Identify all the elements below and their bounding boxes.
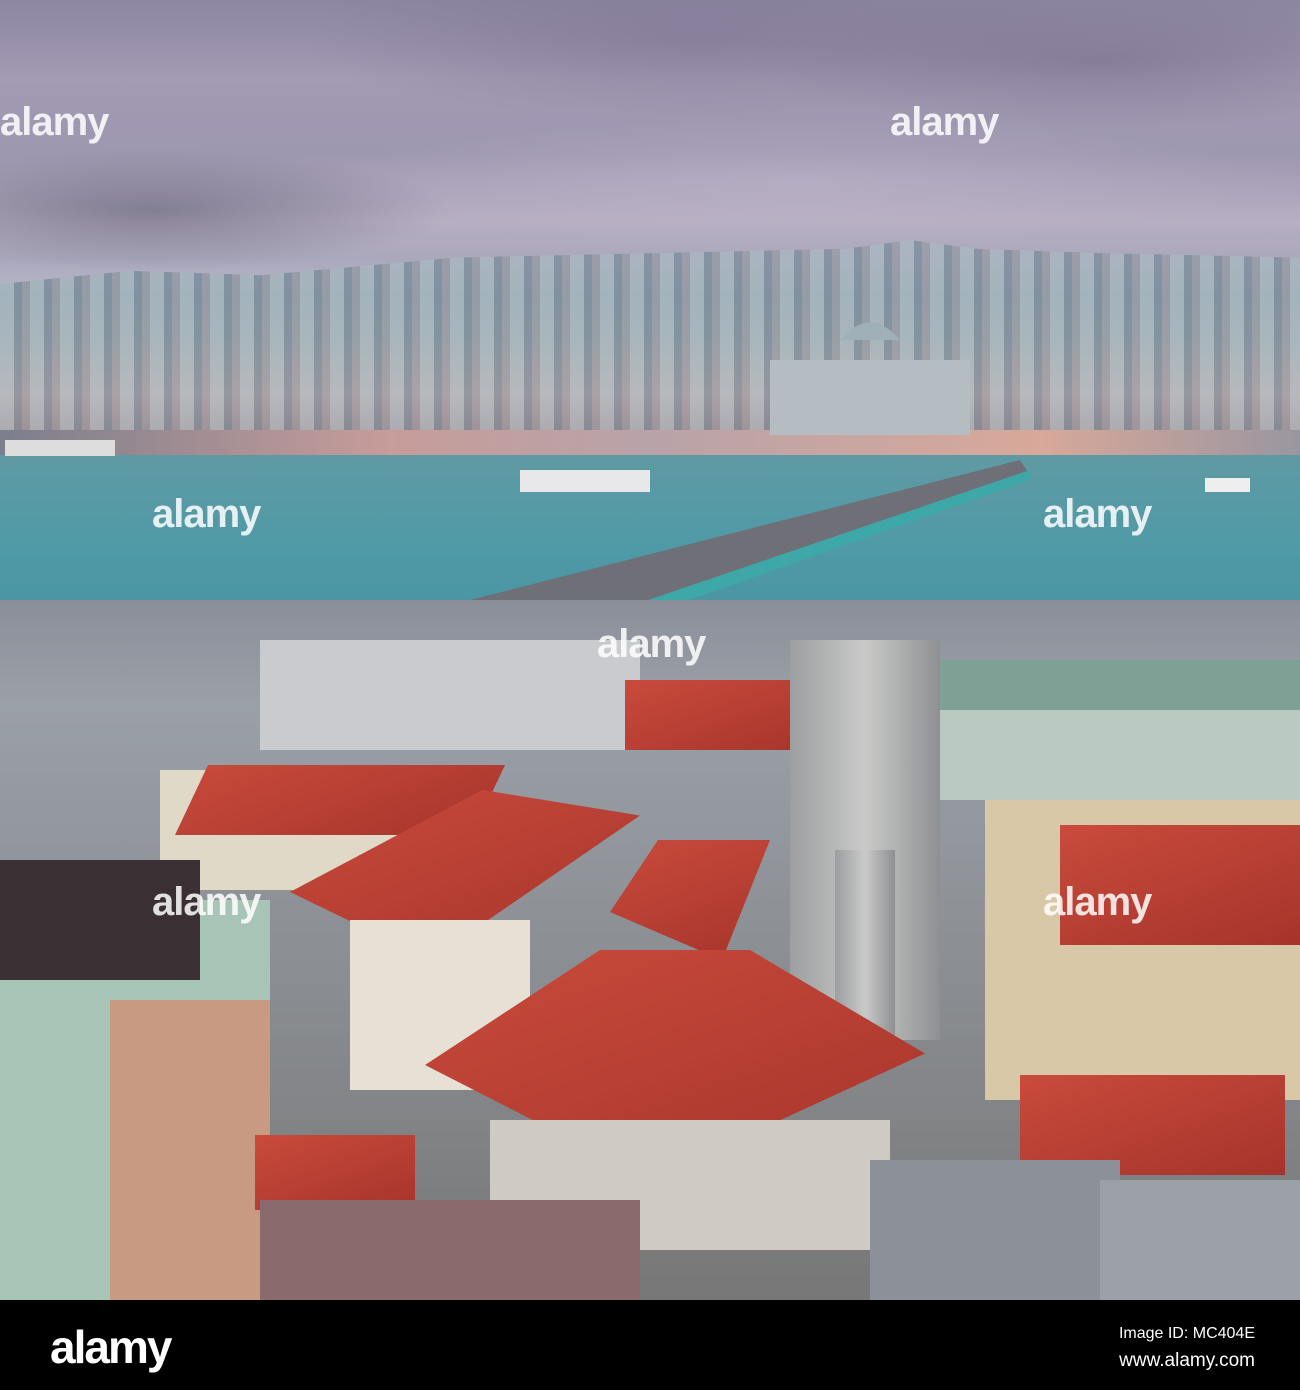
watermark: alamy — [890, 100, 999, 144]
city-skyline — [0, 240, 1300, 460]
watermark: alamy — [152, 880, 261, 924]
cloudy-sky — [0, 0, 1300, 280]
image-id: Image ID: MC404E — [1118, 1325, 1255, 1342]
watermark: alamy — [597, 622, 706, 666]
alamy-logo: alamy — [50, 1321, 172, 1373]
karakoy-rooftops — [0, 600, 1300, 1300]
site-url: www.alamy.com — [1119, 1350, 1255, 1371]
footer-bar: alamy Image ID: MC404E www.alamy.com — [0, 1300, 1300, 1390]
watermark: alamy — [0, 100, 109, 144]
watermark: alamy — [1043, 492, 1152, 536]
watermark: alamy — [1043, 880, 1152, 924]
photo: alamy alamy alamy alamy alamy alamy alam… — [0, 0, 1300, 1300]
watermark: alamy — [152, 492, 261, 536]
